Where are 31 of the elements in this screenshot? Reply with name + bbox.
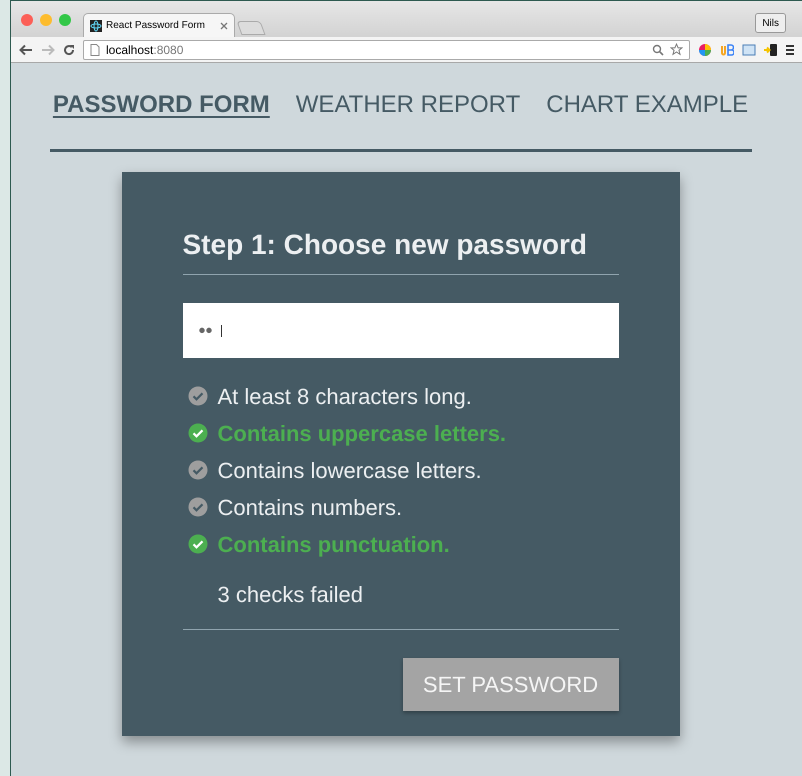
reload-icon[interactable] xyxy=(63,44,75,56)
phone-icon[interactable] xyxy=(764,42,778,56)
check-label: Contains uppercase letters. xyxy=(218,420,506,448)
check-label: Contains numbers. xyxy=(218,494,402,522)
form-title: Step 1: Choose new password xyxy=(182,224,618,275)
password-field[interactable]: •• xyxy=(182,303,618,358)
nav-link[interactable]: CHART EXAMPLE xyxy=(546,87,748,123)
address-text: localhost:8080 xyxy=(106,42,184,58)
browser-tab[interactable]: React Password Form xyxy=(83,13,235,37)
extension-icon[interactable] xyxy=(720,42,734,56)
text-cursor-icon xyxy=(220,324,222,336)
close-window-icon[interactable] xyxy=(21,14,33,26)
address-bar[interactable]: localhost:8080 xyxy=(83,40,690,60)
page-icon xyxy=(90,44,100,56)
nav-link[interactable]: WEATHER REPORT xyxy=(296,87,520,123)
close-tab-icon[interactable] xyxy=(220,22,228,30)
star-icon[interactable] xyxy=(670,43,683,56)
back-arrow-icon[interactable] xyxy=(19,44,33,56)
nav-link[interactable]: PASSWORD FORM xyxy=(52,87,270,123)
tab-title: React Password Form xyxy=(106,19,206,33)
summary-text: 3 checks failed xyxy=(182,578,618,630)
window-icon[interactable] xyxy=(742,44,756,56)
check-label: At least 8 characters long. xyxy=(218,382,472,411)
check-label: Contains punctuation. xyxy=(218,530,450,559)
profile-button[interactable]: Nils xyxy=(755,13,786,33)
menu-icon[interactable] xyxy=(786,44,794,56)
atom-icon xyxy=(90,20,102,32)
password-dots: •• xyxy=(198,318,213,344)
search-icon[interactable] xyxy=(652,44,664,56)
check-label: Contains lowercase letters. xyxy=(218,456,482,484)
color-wheel-icon[interactable] xyxy=(698,42,712,56)
